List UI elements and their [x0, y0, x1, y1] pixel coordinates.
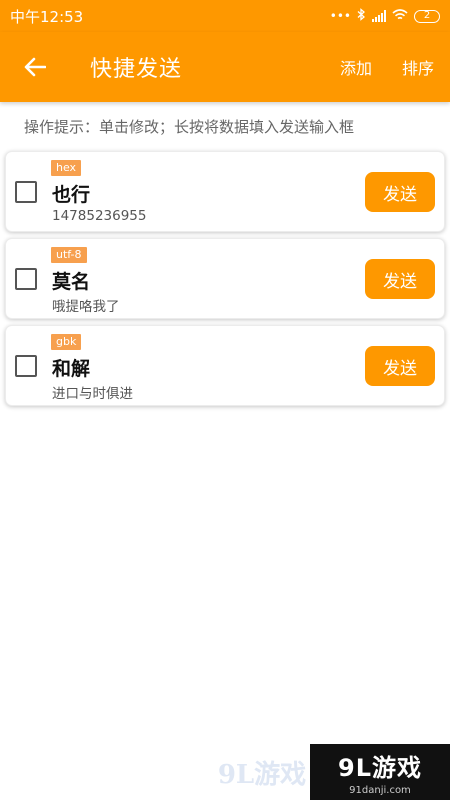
item-name: 莫名 — [52, 271, 91, 293]
encoding-tag: gbk — [51, 334, 82, 350]
add-button[interactable]: 添加 — [340, 55, 372, 79]
list-item[interactable]: hex 也行 14785236955 发送 — [5, 151, 445, 232]
send-button[interactable]: 发送 — [365, 259, 435, 299]
item-data: 哦提咯我了 — [52, 299, 120, 315]
page-title: 快捷发送 — [90, 57, 183, 82]
item-checkbox[interactable] — [15, 181, 37, 203]
back-arrow-icon — [24, 57, 46, 77]
app-bar: 快捷发送 添加 排序 — [0, 32, 450, 102]
list-item[interactable]: utf-8 莫名 哦提咯我了 发送 — [5, 238, 445, 319]
list-item[interactable]: gbk 和解 进口与时俱进 发送 — [5, 325, 445, 406]
item-name: 和解 — [52, 358, 91, 380]
battery-icon: 2 — [414, 9, 440, 23]
watermark-brand: 9L游戏 — [338, 754, 422, 782]
quick-send-list: hex 也行 14785236955 发送 utf-8 莫名 哦提咯我了 发送 … — [5, 151, 445, 412]
send-button[interactable]: 发送 — [365, 172, 435, 212]
app-bar-actions: 添加 排序 — [340, 55, 450, 79]
bluetooth-icon — [357, 8, 366, 24]
item-checkbox[interactable] — [15, 355, 37, 377]
encoding-tag: hex — [51, 160, 82, 176]
item-checkbox[interactable] — [15, 268, 37, 290]
operation-hint: 操作提示：单击修改；长按将数据填入发送输入框 — [24, 118, 355, 136]
encoding-tag: utf-8 — [51, 247, 87, 263]
watermark-logo: 9L游戏 91danji.com — [310, 744, 450, 800]
more-dots-icon: ••• — [329, 9, 351, 23]
send-button[interactable]: 发送 — [365, 346, 435, 386]
item-data: 14785236955 — [52, 208, 147, 224]
item-data: 进口与时俱进 — [52, 386, 133, 402]
item-name: 也行 — [52, 184, 91, 206]
watermark-logo-faded: 9L游戏 — [217, 759, 307, 790]
sort-button[interactable]: 排序 — [402, 55, 434, 79]
back-button[interactable] — [0, 32, 70, 102]
status-bar: 中午12:53 ••• 2 — [0, 0, 450, 32]
status-time: 中午12:53 — [10, 7, 84, 26]
status-icons: ••• 2 — [330, 8, 440, 24]
site-watermark: 9L游戏 9L游戏 91danji.com — [214, 744, 450, 800]
watermark-site: 91danji.com — [349, 785, 411, 796]
signal-icon — [372, 10, 386, 22]
wifi-icon — [392, 8, 408, 24]
